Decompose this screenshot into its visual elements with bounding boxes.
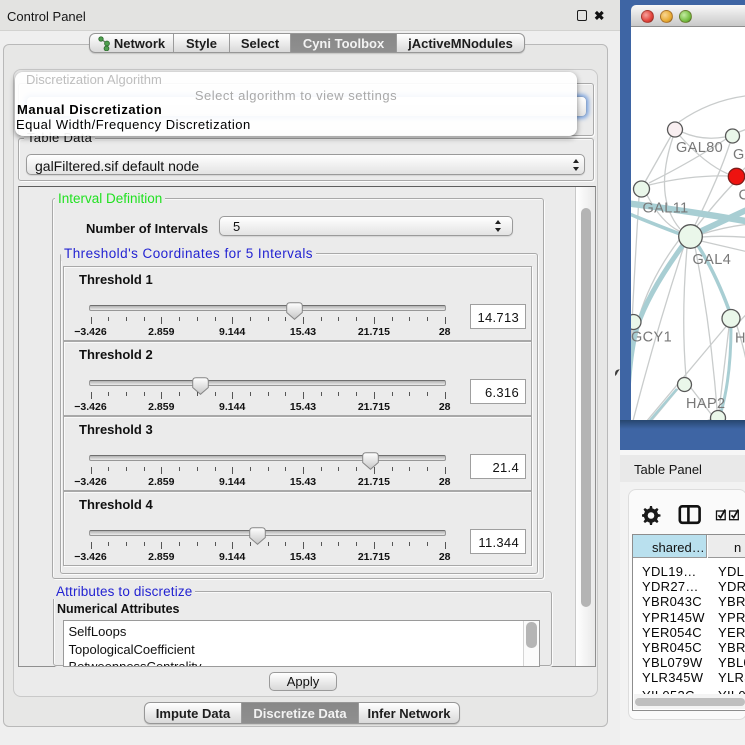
svg-text:H: H — [735, 331, 745, 347]
svg-text:GAL4: GAL4 — [693, 252, 732, 268]
svg-text:C: C — [739, 188, 745, 204]
svg-text:GAL80: GAL80 — [676, 140, 723, 156]
svg-text:HAP2: HAP2 — [686, 396, 725, 412]
svg-text:GA: GA — [733, 147, 745, 163]
svg-text:GCY1: GCY1 — [631, 330, 672, 346]
svg-text:GAL11: GAL11 — [643, 201, 689, 217]
